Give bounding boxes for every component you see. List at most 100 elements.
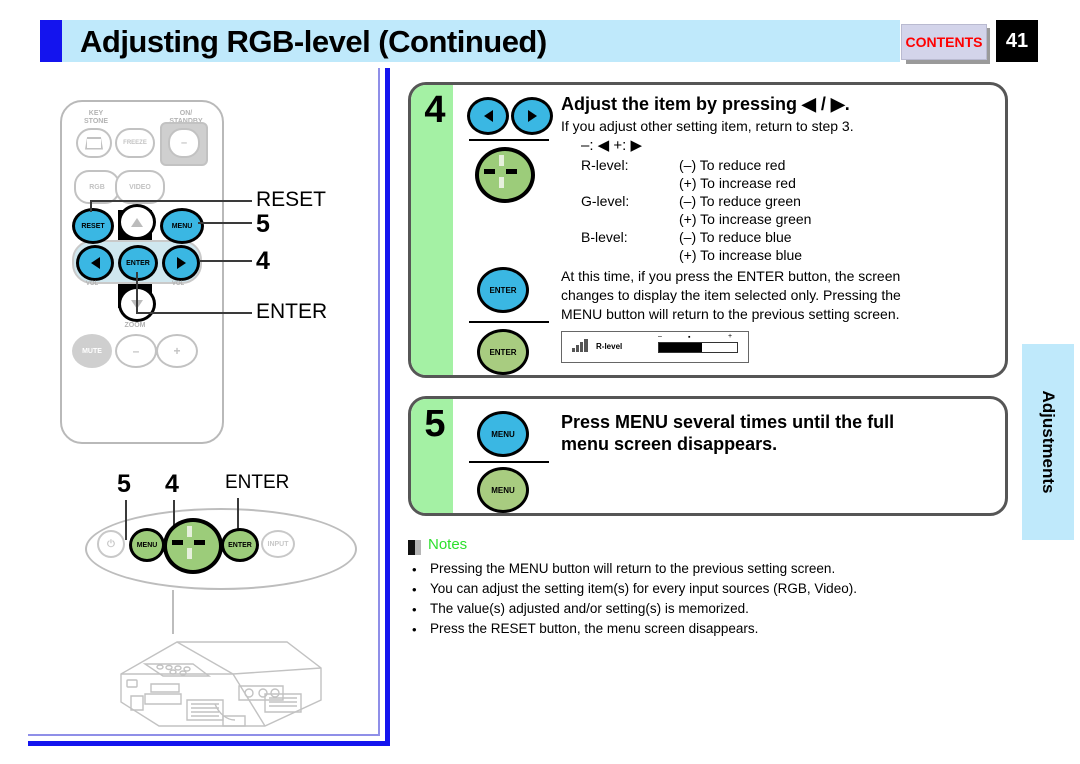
step-4-heading: Adjust the item by pressing ◀ / ▶. bbox=[561, 94, 850, 114]
callout-line-reset-h bbox=[90, 200, 252, 202]
panel-callout-step5: 5 bbox=[117, 470, 131, 498]
remote-power-button[interactable]: – bbox=[168, 128, 200, 158]
osd-center-mark: ▪ bbox=[688, 334, 691, 341]
chevron-up-icon bbox=[131, 217, 143, 227]
note-bullet: • bbox=[412, 582, 417, 597]
step4-enter-button-remote[interactable]: ENTER bbox=[477, 267, 529, 313]
step-4-box: 4 Adjust the item by pressing ◀ / ▶. If … bbox=[408, 82, 1008, 378]
chevron-right-icon bbox=[176, 257, 186, 269]
callout-step5-number: 5 bbox=[256, 210, 270, 238]
note-bullet: • bbox=[412, 562, 417, 577]
remote-zoom-plus-button[interactable]: + bbox=[156, 334, 198, 368]
step4-r-level-plus: (+) To increase red bbox=[679, 175, 796, 191]
remote-onstandby-label-line1: ON/ bbox=[179, 110, 193, 117]
panel-callout-enter: ENTER bbox=[225, 472, 290, 493]
header-accent-block bbox=[40, 20, 62, 62]
projector-body-illustration bbox=[115, 628, 345, 738]
remote-freeze-button[interactable]: FREEZE bbox=[115, 128, 155, 158]
osd-bar-icon-3 bbox=[580, 342, 583, 352]
note-item-3: The value(s) adjusted and/or setting(s) … bbox=[430, 601, 749, 616]
remote-left-button[interactable] bbox=[76, 245, 114, 281]
remote-up-button[interactable] bbox=[118, 204, 156, 240]
panel-enter-button[interactable]: ENTER bbox=[221, 528, 259, 562]
step4-b-level-label: B-level: bbox=[581, 229, 628, 245]
note-item-1: Pressing the MENU button will return to … bbox=[430, 561, 836, 576]
remote-zoom-label: ZOOM bbox=[124, 322, 146, 329]
note-bullet: • bbox=[412, 622, 417, 637]
step4-divider-1 bbox=[469, 139, 549, 141]
pad-right-indicator bbox=[506, 169, 517, 174]
pad-left-indicator bbox=[172, 540, 183, 545]
pad-down-indicator bbox=[187, 548, 192, 559]
step4-enter-button-panel[interactable]: ENTER bbox=[477, 329, 529, 375]
pad-left-indicator bbox=[484, 169, 495, 174]
pad-up-indicator bbox=[187, 526, 192, 537]
osd-minus-mark: – bbox=[658, 333, 662, 340]
step-4-paragraph-line1: At this time, if you press the ENTER but… bbox=[561, 268, 901, 284]
step4-projector-pad[interactable] bbox=[475, 147, 535, 203]
remote-vol-right-label: VOL bbox=[171, 281, 185, 287]
callout-step4-number: 4 bbox=[256, 247, 270, 275]
step4-divider-2 bbox=[469, 321, 549, 323]
osd-level-bar[interactable] bbox=[658, 342, 738, 353]
step4-b-level-plus: (+) To increase blue bbox=[679, 247, 803, 263]
chevron-left-icon bbox=[90, 257, 100, 269]
pad-right-indicator bbox=[194, 540, 205, 545]
panel-callout-step4: 4 bbox=[165, 470, 179, 498]
panel-callout-line-menu bbox=[125, 500, 127, 540]
step-4-paragraph-line2: changes to display the item selected onl… bbox=[561, 287, 901, 303]
step5-divider bbox=[469, 461, 549, 463]
remote-keystone-button[interactable] bbox=[76, 128, 112, 158]
step-4-legend: –: ◀ +: ▶ bbox=[581, 137, 643, 154]
remote-keystone-label-line2: STONE bbox=[84, 118, 108, 125]
remote-right-button[interactable] bbox=[162, 245, 200, 281]
notes-title: Notes bbox=[428, 536, 468, 553]
step5-menu-button-panel[interactable]: MENU bbox=[477, 467, 529, 513]
panel-menu-button[interactable]: MENU bbox=[129, 528, 165, 562]
step-5-heading-line2: menu screen disappears. bbox=[561, 434, 778, 454]
step4-b-level-minus: (–) To reduce blue bbox=[679, 229, 792, 245]
projector-panel-illustration: 5 4 ENTER ⏻ MENU ENTER INPUT bbox=[85, 470, 375, 590]
step4-right-arrow-button[interactable] bbox=[511, 97, 553, 135]
callout-reset-label: RESET bbox=[256, 188, 327, 211]
panel-power-button[interactable]: ⏻ bbox=[97, 530, 125, 558]
remote-vol-left-label: VOL bbox=[85, 281, 99, 287]
chevron-left-icon bbox=[483, 110, 493, 122]
projector-svg bbox=[120, 641, 322, 727]
page-title: Adjusting RGB-level (Continued) bbox=[80, 24, 547, 59]
osd-bar-icon-1 bbox=[572, 348, 575, 352]
step4-left-arrow-button[interactable] bbox=[467, 97, 509, 135]
callout-line-enter-v bbox=[136, 272, 138, 314]
callout-line-enter-h bbox=[136, 312, 252, 314]
step4-g-level-label: G-level: bbox=[581, 193, 630, 209]
remote-rgb-button[interactable]: RGB bbox=[74, 170, 120, 204]
osd-preview: R-level – ▪ + bbox=[561, 331, 749, 363]
note-bullet: • bbox=[412, 602, 417, 617]
side-tab-adjustments[interactable]: Adjustments bbox=[1022, 344, 1074, 540]
callout-line-menu bbox=[198, 222, 252, 224]
step5-menu-button-remote[interactable]: MENU bbox=[477, 411, 529, 457]
osd-level-bar-fill bbox=[659, 343, 702, 352]
remote-zoom-minus-button[interactable]: – bbox=[115, 334, 157, 368]
step-4-number: 4 bbox=[424, 89, 446, 131]
osd-plus-mark: + bbox=[728, 333, 733, 340]
note-item-2: You can adjust the setting item(s) for e… bbox=[430, 581, 857, 596]
remote-menu-button[interactable]: MENU bbox=[160, 208, 204, 244]
step-5-box: 5 MENU MENU Press MENU several times unt… bbox=[408, 396, 1008, 516]
step-4-paragraph-line3: MENU button will return to the previous … bbox=[561, 306, 900, 322]
step4-g-level-plus: (+) To increase green bbox=[679, 211, 812, 227]
remote-reset-button[interactable]: RESET bbox=[72, 208, 114, 244]
callout-line-dpad bbox=[200, 260, 252, 262]
keystone-icon bbox=[85, 136, 103, 150]
remote-enter-button[interactable]: ENTER bbox=[118, 245, 158, 281]
chevron-right-icon bbox=[527, 110, 537, 122]
panel-direction-pad[interactable] bbox=[163, 518, 223, 574]
step4-r-level-label: R-level: bbox=[581, 157, 629, 173]
contents-button[interactable]: CONTENTS bbox=[901, 24, 987, 60]
callout-enter-label: ENTER bbox=[256, 300, 328, 323]
step4-r-level-minus: (–) To reduce red bbox=[679, 157, 786, 173]
panel-input-button[interactable]: INPUT bbox=[261, 530, 295, 558]
remote-mute-button[interactable]: MUTE bbox=[72, 334, 112, 368]
step-4-subtext: If you adjust other setting item, return… bbox=[561, 118, 854, 134]
remote-video-button[interactable]: VIDEO bbox=[115, 170, 165, 204]
